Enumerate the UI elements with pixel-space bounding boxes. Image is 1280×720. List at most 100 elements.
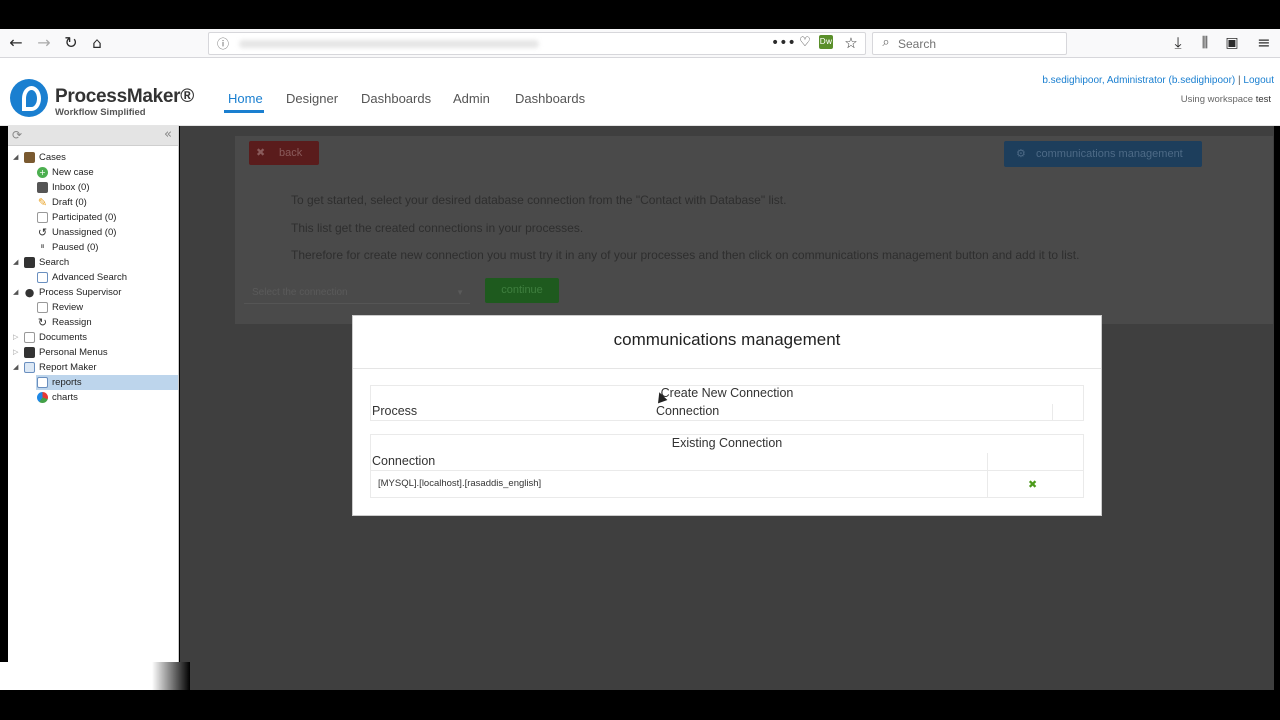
back-icon[interactable]: ← [6, 33, 26, 53]
user-icon: ● [24, 286, 35, 299]
browser-search[interactable]: ⌕ Search [872, 32, 1067, 55]
communications-modal: communications management Create New Con… [352, 315, 1102, 516]
connection-select[interactable]: Select the connection ▼ [244, 282, 470, 304]
col-connection: Connection [656, 404, 720, 418]
collapse-icon[interactable]: « [164, 127, 172, 142]
tree-reassign[interactable]: ↻ Reassign [8, 315, 178, 330]
refresh-icon[interactable]: ⟳ [12, 128, 22, 142]
comm-label: communications management [1036, 148, 1183, 160]
tree-label: Report Maker [39, 362, 97, 373]
column-divider [987, 453, 988, 498]
bottom-left-fade [0, 662, 190, 690]
search-placeholder: Search [898, 37, 937, 51]
tree-review[interactable]: Review [8, 300, 178, 315]
tree-label: Cases [39, 152, 66, 163]
tree-draft[interactable]: ✎ Draft (0) [8, 195, 178, 210]
documents-icon [24, 332, 35, 343]
tree-label: Search [39, 257, 70, 268]
pause-icon: ⏸ [40, 242, 45, 252]
pencil-icon: ✎ [37, 196, 48, 209]
expand-icon[interactable]: ◢ [13, 255, 21, 270]
modal-divider [353, 368, 1101, 369]
nav-dashboards[interactable]: Dashboards [361, 91, 431, 106]
tree-label: reports [52, 377, 82, 388]
tree-reports[interactable]: reports [36, 375, 178, 390]
tree-label: Reassign [52, 317, 92, 328]
info-icon[interactable]: ⓘ [213, 34, 233, 54]
nav-designer[interactable]: Designer [286, 91, 338, 106]
screen: ← → ↻ ⌂ ⓘ ••• ♡ Dw ☆ ⌕ Search ⤓ ⫼ ▣ ≡ Pr… [0, 0, 1280, 720]
logo-name: ProcessMaker® [55, 86, 194, 107]
menu-icon[interactable]: ≡ [1254, 33, 1274, 53]
app-header: ProcessMaker® Workflow Simplified Home D… [0, 58, 1280, 126]
collapsed-icon[interactable]: ▷ [13, 345, 21, 360]
communications-management-button[interactable]: ⚙ communications management [1004, 141, 1202, 167]
reassign-icon: ↻ [37, 316, 48, 329]
sidebar-header: ⟳ « [8, 126, 178, 146]
library-icon[interactable]: ⫼ [1195, 33, 1215, 53]
tree-participated[interactable]: Participated (0) [8, 210, 178, 225]
tree-documents[interactable]: ▷ Documents [8, 330, 178, 345]
sidebar: ⟳ « ◢ Cases + New case Inbox (0) ✎ Draft… [8, 126, 179, 662]
connection-cell: [MYSQL].[localhost].[rasaddis_english] [378, 478, 542, 489]
tree-label: Process Supervisor [39, 287, 122, 298]
info-line-3: Therefore for create new connection you … [291, 248, 1080, 262]
back-button[interactable]: ✖ back [249, 141, 319, 165]
nav-dashboards-2[interactable]: Dashboards [515, 91, 585, 106]
nav-admin[interactable]: Admin [453, 91, 490, 106]
logout-link[interactable]: Logout [1243, 75, 1274, 86]
expand-icon[interactable]: ◢ [13, 360, 21, 375]
gear-icon: ⚙ [1016, 148, 1026, 160]
tree-paused[interactable]: ⏸ Paused (0) [8, 240, 178, 255]
url-bar[interactable]: ⓘ ••• ♡ Dw ☆ [208, 32, 866, 55]
processmaker-logo-icon [10, 79, 48, 117]
sidebar-icon[interactable]: ▣ [1222, 33, 1242, 53]
document-icon [37, 272, 48, 283]
pocket-icon[interactable]: ♡ [795, 33, 815, 53]
forward-icon[interactable]: → [34, 33, 54, 53]
tree-advanced-search[interactable]: Advanced Search [8, 270, 178, 285]
document-icon [37, 302, 48, 313]
existing-connection-header: Existing Connection [671, 436, 783, 450]
tree-inbox[interactable]: Inbox (0) [8, 180, 178, 195]
download-icon[interactable]: ⤓ [1168, 33, 1188, 53]
create-connection-table: Create New Connection Process Connection [370, 385, 1084, 421]
tree-label: charts [52, 392, 78, 403]
nav-home[interactable]: Home [228, 91, 263, 106]
report-icon [24, 362, 35, 373]
select-placeholder: Select the connection [252, 287, 348, 298]
create-connection-header[interactable]: Create New Connection [371, 386, 1083, 400]
reload-icon[interactable]: ↻ [61, 33, 81, 53]
home-icon[interactable]: ⌂ [87, 33, 107, 53]
tree-personal-menus[interactable]: ▷ Personal Menus [8, 345, 178, 360]
tree-report-maker[interactable]: ◢ Report Maker [8, 360, 178, 375]
expand-icon[interactable]: ◢ [13, 285, 21, 300]
bookmark-star-icon[interactable]: ☆ [841, 33, 861, 53]
pie-chart-icon [37, 392, 48, 403]
user-name[interactable]: b.sedighipoor, Administrator (b.sedighip… [1042, 75, 1235, 86]
tree-label: Advanced Search [52, 272, 127, 283]
unassigned-icon: ↺ [37, 226, 48, 239]
tree-label: Personal Menus [39, 347, 108, 358]
tree-unassigned[interactable]: ↺ Unassigned (0) [8, 225, 178, 240]
blurred-url [239, 40, 539, 48]
tree-charts[interactable]: charts [8, 390, 178, 405]
tree-label: Draft (0) [52, 197, 87, 208]
workspace-prefix: Using workspace [1180, 94, 1254, 105]
tree-new-case[interactable]: + New case [8, 165, 178, 180]
tree-process-supervisor[interactable]: ◢ ● Process Supervisor [8, 285, 178, 300]
delete-icon[interactable]: ✖ [1028, 478, 1037, 491]
tree-search[interactable]: ◢ Search [8, 255, 178, 270]
workspace-name: test [1255, 94, 1271, 105]
extension-icon[interactable]: Dw [819, 35, 833, 49]
col-process: Process [372, 404, 418, 418]
more-icon[interactable]: ••• [771, 33, 796, 53]
add-icon: + [37, 167, 48, 178]
info-line-1: To get started, select your desired data… [291, 193, 787, 207]
tree-cases[interactable]: ◢ Cases [8, 150, 178, 165]
expand-icon[interactable]: ◢ [13, 150, 21, 165]
participated-icon [37, 212, 48, 223]
collapsed-icon[interactable]: ▷ [13, 330, 21, 345]
folder-icon [24, 347, 35, 358]
continue-button[interactable]: continue [485, 278, 559, 303]
